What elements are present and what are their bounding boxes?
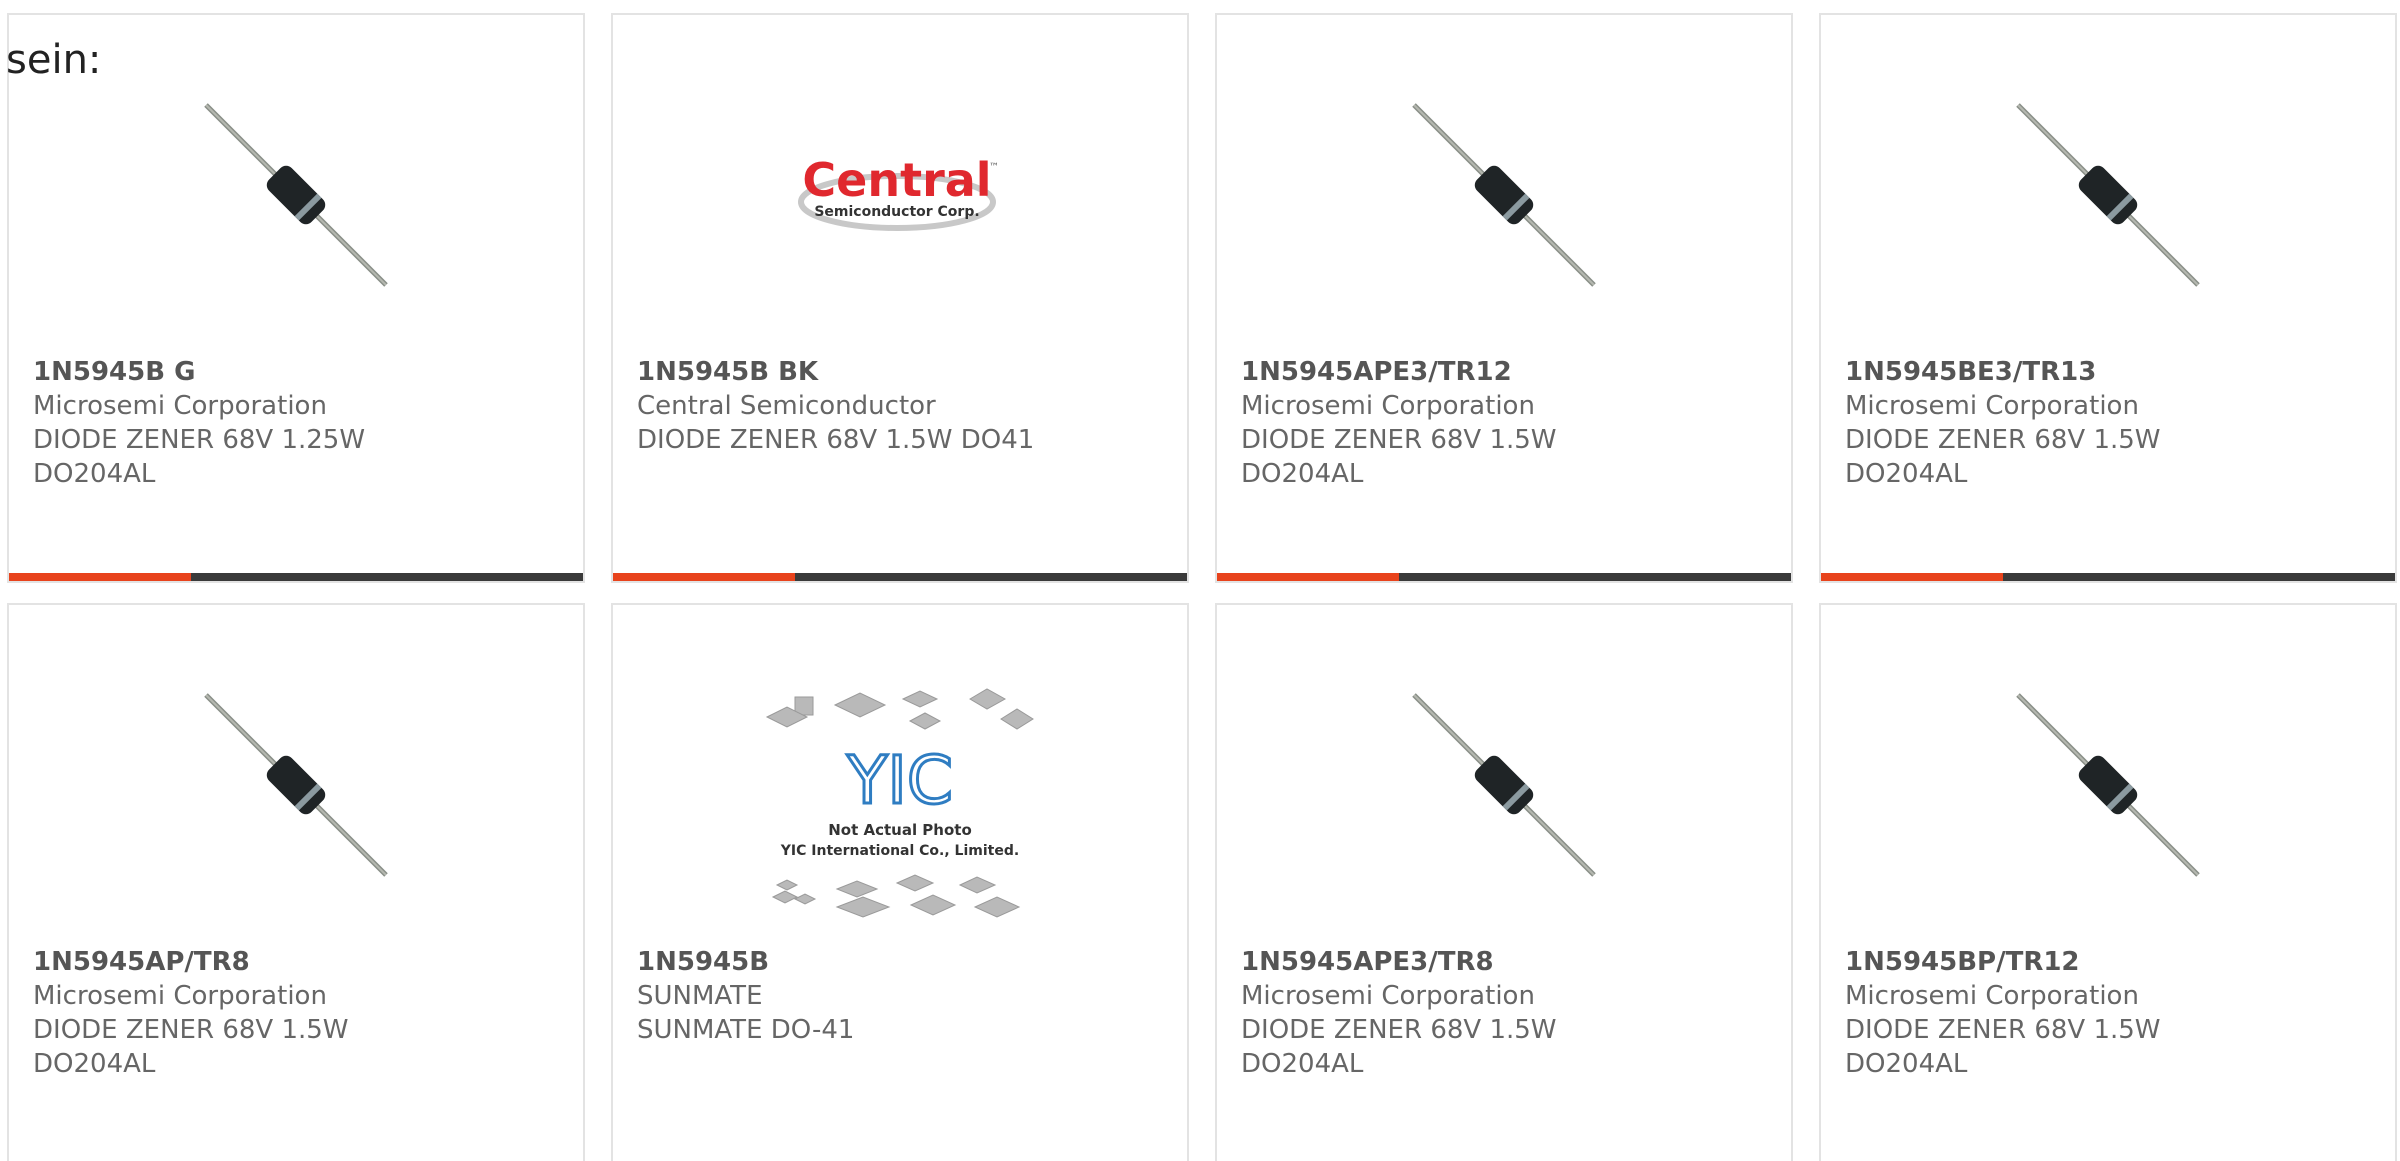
product-card[interactable]: 1N5945BP/TR12 Microsemi Corporation DIOD… xyxy=(1819,603,2397,1161)
manufacturer: Microsemi Corporation xyxy=(1845,981,2139,1011)
card-accent-bar xyxy=(1821,573,2003,581)
central-logo-name: Central xyxy=(802,153,991,207)
diode-image[interactable] xyxy=(1973,675,2243,895)
central-logo[interactable]: Central ™ Semiconductor Corp. xyxy=(765,85,1035,305)
intro-text: sein: xyxy=(6,37,102,83)
description-package: DO204AL xyxy=(1241,459,1364,489)
product-card[interactable]: YIC Not Actual Photo YIC International C… xyxy=(611,603,1189,1161)
manufacturer: Microsemi Corporation xyxy=(33,981,327,1011)
yic-caption-line2: YIC International Co., Limited. xyxy=(780,843,1019,859)
description-package: DO204AL xyxy=(1845,459,1968,489)
card-accent-bar xyxy=(1217,573,1399,581)
diode-image[interactable] xyxy=(1973,85,2243,305)
description: DIODE ZENER 68V 1.5W DO41 xyxy=(637,425,1035,455)
diode-image[interactable] xyxy=(161,675,431,895)
card-accent-bar xyxy=(613,573,795,581)
manufacturer: Microsemi Corporation xyxy=(1241,391,1535,421)
product-card[interactable]: 1N5945BE3/TR13 Microsemi Corporation DIO… xyxy=(1819,13,2397,583)
manufacturer: Microsemi Corporation xyxy=(1845,391,2139,421)
product-card[interactable]: 1N5945AP/TR8 Microsemi Corporation DIODE… xyxy=(7,603,585,1161)
description: DIODE ZENER 68V 1.5W xyxy=(1845,425,2161,455)
part-number[interactable]: 1N5945APE3/TR12 xyxy=(1241,355,1771,389)
yic-logo-mark: YIC xyxy=(846,742,953,819)
diode-image[interactable] xyxy=(161,85,431,305)
description-package: DO204AL xyxy=(33,459,156,489)
description: DIODE ZENER 68V 1.5W xyxy=(33,1015,349,1045)
part-number[interactable]: 1N5945B G xyxy=(33,355,563,389)
yic-caption-line1: Not Actual Photo xyxy=(828,821,972,839)
manufacturer: Microsemi Corporation xyxy=(33,391,327,421)
description: SUNMATE DO-41 xyxy=(637,1015,855,1045)
diode-image[interactable] xyxy=(1369,675,1639,895)
central-logo-tm: ™ xyxy=(989,162,999,173)
description-package: DO204AL xyxy=(1845,1049,1968,1079)
manufacturer: Central Semiconductor xyxy=(637,391,936,421)
diode-image[interactable] xyxy=(1369,85,1639,305)
central-logo-subtitle: Semiconductor Corp. xyxy=(814,204,979,220)
product-card[interactable]: 1N5945B G Microsemi Corporation DIODE ZE… xyxy=(7,13,585,583)
part-number[interactable]: 1N5945APE3/TR8 xyxy=(1241,945,1771,979)
product-card[interactable]: Central ™ Semiconductor Corp. 1N5945B BK… xyxy=(611,13,1189,583)
card-accent-bar xyxy=(9,573,191,581)
product-card[interactable]: 1N5945APE3/TR8 Microsemi Corporation DIO… xyxy=(1215,603,1793,1161)
card-bottom-bar xyxy=(9,573,583,581)
description: DIODE ZENER 68V 1.5W xyxy=(1241,425,1557,455)
description: DIODE ZENER 68V 1.25W xyxy=(33,425,366,455)
description-package: DO204AL xyxy=(1241,1049,1364,1079)
manufacturer: Microsemi Corporation xyxy=(1241,981,1535,1011)
part-number[interactable]: 1N5945BE3/TR13 xyxy=(1845,355,2375,389)
part-number[interactable]: 1N5945B BK xyxy=(637,355,1167,389)
description: DIODE ZENER 68V 1.5W xyxy=(1241,1015,1557,1045)
part-number[interactable]: 1N5945BP/TR12 xyxy=(1845,945,2375,979)
description-package: DO204AL xyxy=(33,1049,156,1079)
yic-placeholder-image[interactable]: YIC Not Actual Photo YIC International C… xyxy=(765,685,1035,925)
manufacturer: SUNMATE xyxy=(637,981,763,1011)
product-card[interactable]: 1N5945APE3/TR12 Microsemi Corporation DI… xyxy=(1215,13,1793,583)
description: DIODE ZENER 68V 1.5W xyxy=(1845,1015,2161,1045)
part-number[interactable]: 1N5945AP/TR8 xyxy=(33,945,563,979)
card-bottom-bar xyxy=(613,573,1187,581)
part-number[interactable]: 1N5945B xyxy=(637,945,1167,979)
card-bottom-bar xyxy=(1821,573,2395,581)
card-bottom-bar xyxy=(1217,573,1791,581)
